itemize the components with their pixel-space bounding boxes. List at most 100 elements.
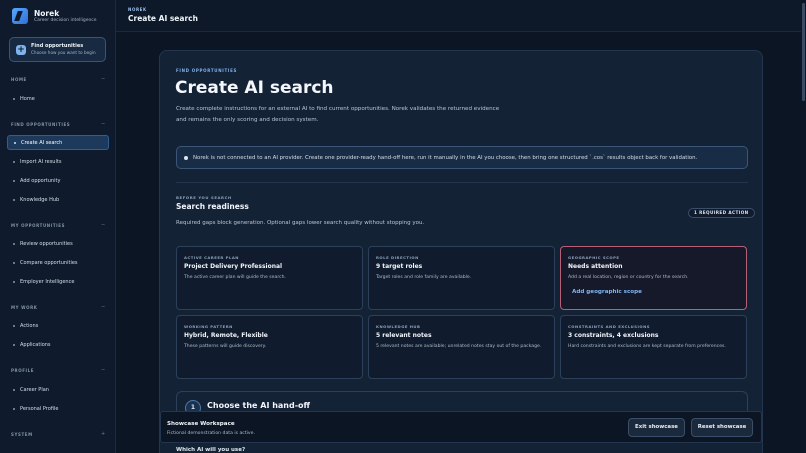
sidebar-item-actions[interactable]: Actions [7,318,109,333]
collapse-icon[interactable]: − [101,222,105,228]
collapse-icon[interactable]: − [101,121,105,127]
notice-text: Norek is not connected to an AI provider… [193,154,698,161]
sidebar: Norek Career decision intelligence + Fin… [0,0,116,453]
provider-notice: Norek is not connected to an AI provider… [176,146,748,169]
sidebar-item-employer-intelligence[interactable]: Employer Intelligence [7,274,109,289]
sidebar-item-label: Employer Intelligence [20,278,75,285]
find-opportunities-title: Find opportunities [31,43,84,49]
sidebar-item-compare-opportunities[interactable]: Compare opportunities [7,255,109,270]
bullet-icon [14,141,16,144]
card-eyebrow: ACTIVE CAREER PLAN [184,255,239,260]
card-title: Needs attention [568,263,623,270]
bullet-icon [13,343,15,346]
bullet-icon [13,97,15,100]
readiness-card-career-plan: ACTIVE CAREER PLAN Project Delivery Prof… [176,246,363,310]
panel-eyebrow: FIND OPPORTUNITIES [176,68,238,73]
card-description: The active career plan will guide the se… [184,275,287,280]
sidebar-item-label: Applications [20,341,51,348]
collapse-icon[interactable]: − [101,304,105,310]
card-description: 5 relevant notes are available; unrelate… [376,344,542,349]
readiness-title: Search readiness [176,202,249,211]
sidebar-item-label: Career Plan [20,386,49,393]
card-description: Target roles and role family are availab… [376,275,472,280]
find-opportunities-button[interactable]: + Find opportunities Choose how you want… [9,37,106,62]
collapse-icon[interactable]: − [101,76,105,82]
collapse-icon[interactable]: − [101,367,105,373]
bullet-icon [13,261,15,264]
sidebar-item-label: Add opportunity [20,177,61,184]
card-title: Hybrid, Remote, Flexible [184,332,268,339]
section-label-my-work[interactable]: MY WORK [11,305,37,310]
norek-logo-icon [12,8,28,24]
card-description: Add a real location, region or country f… [568,275,689,280]
card-eyebrow: WORKING PATTERN [184,324,233,329]
readiness-card-knowledge-hub: KNOWLEDGE HUB 5 relevant notes 5 relevan… [368,315,555,379]
brand[interactable]: Norek Career decision intelligence [12,8,97,24]
sidebar-item-label: Create AI search [21,139,63,146]
bullet-icon [13,388,15,391]
section-label-home[interactable]: HOME [11,77,27,82]
card-eyebrow: KNOWLEDGE HUB [376,324,421,329]
card-title: 9 target roles [376,263,423,270]
card-eyebrow: CONSTRAINTS AND EXCLUSIONS [568,324,651,329]
bullet-icon [13,407,15,410]
which-ai-question: Which AI will you use? [176,447,246,453]
sidebar-item-label: Actions [20,322,39,329]
card-eyebrow: GEOGRAPHIC SCOPE [568,255,620,260]
panel-description: Create complete instructions for an exte… [176,106,500,123]
card-title: Project Delivery Professional [184,263,283,270]
create-ai-search-panel: FIND OPPORTUNITIES Create AI search Crea… [159,50,763,453]
card-title: 5 relevant notes [376,332,432,339]
sidebar-item-label: Compare opportunities [20,259,78,266]
sidebar-item-label: Personal Profile [20,405,59,412]
showcase-workspace-bar: Showcase Workspace Fictional demonstrati… [160,411,762,443]
top-bar: NOREK Create AI search [116,0,806,32]
page-title: Create AI search [128,14,198,23]
readiness-eyebrow: BEFORE YOU SEARCH [176,195,232,200]
sidebar-item-applications[interactable]: Applications [7,337,109,352]
readiness-card-working-pattern: WORKING PATTERN Hybrid, Remote, Flexible… [176,315,363,379]
expand-icon[interactable]: + [101,431,105,437]
scrollbar-thumb[interactable] [802,3,805,101]
sidebar-item-review-opportunities[interactable]: Review opportunities [7,236,109,251]
card-description: Hard constraints and exclusions are kept… [568,344,726,349]
add-geographic-scope-link[interactable]: Add geographic scope [572,289,739,295]
section-label-find-opportunities[interactable]: FIND OPPORTUNITIES [11,122,70,127]
plus-icon: + [16,44,26,55]
bullet-icon [13,324,15,327]
panel-title: Create AI search [175,78,334,98]
sidebar-item-career-plan[interactable]: Career Plan [7,382,109,397]
bullet-icon [13,280,15,283]
breadcrumb[interactable]: NOREK [128,7,147,12]
showcase-subtitle: Fictional demonstration data is active. [167,431,255,436]
readiness-card-geographic-scope: GEOGRAPHIC SCOPE Needs attention Add a r… [560,246,747,310]
showcase-title: Showcase Workspace [167,421,235,427]
reset-showcase-button[interactable]: Reset showcase [691,418,753,437]
bullet-icon [13,179,15,182]
find-opportunities-subtitle: Choose how you want to begin [31,50,96,55]
section-label-my-opportunities[interactable]: MY OPPORTUNITIES [11,223,65,228]
sidebar-item-label: Import AI results [20,158,62,165]
exit-showcase-button[interactable]: Exit showcase [628,418,685,437]
info-icon [184,155,188,160]
brand-tagline: Career decision intelligence [34,17,97,23]
readiness-description: Required gaps block generation. Optional… [176,220,425,226]
sidebar-item-personal-profile[interactable]: Personal Profile [7,401,109,416]
sidebar-item-label: Knowledge Hub [20,196,60,203]
sidebar-item-add-opportunity[interactable]: Add opportunity [7,173,109,188]
bullet-icon [13,242,15,245]
divider [176,182,748,183]
readiness-card-constraints: CONSTRAINTS AND EXCLUSIONS 3 constraints… [560,315,747,379]
sidebar-item-import-ai-results[interactable]: Import AI results [7,154,109,169]
section-label-system[interactable]: SYSTEM [11,432,33,437]
sidebar-item-create-ai-search[interactable]: Create AI search [7,135,109,150]
sidebar-item-knowledge-hub[interactable]: Knowledge Hub [7,192,109,207]
required-action-badge: 1 REQUIRED ACTION [688,208,755,218]
bullet-icon [13,160,15,163]
card-description: These patterns will guide discovery. [184,344,267,349]
sidebar-item-label: Home [20,95,35,102]
sidebar-item-home[interactable]: Home [7,91,109,106]
section-label-profile[interactable]: PROFILE [11,368,34,373]
card-title: 3 constraints, 4 exclusions [568,332,659,339]
readiness-card-role-direction: ROLE DIRECTION 9 target roles Target rol… [368,246,555,310]
